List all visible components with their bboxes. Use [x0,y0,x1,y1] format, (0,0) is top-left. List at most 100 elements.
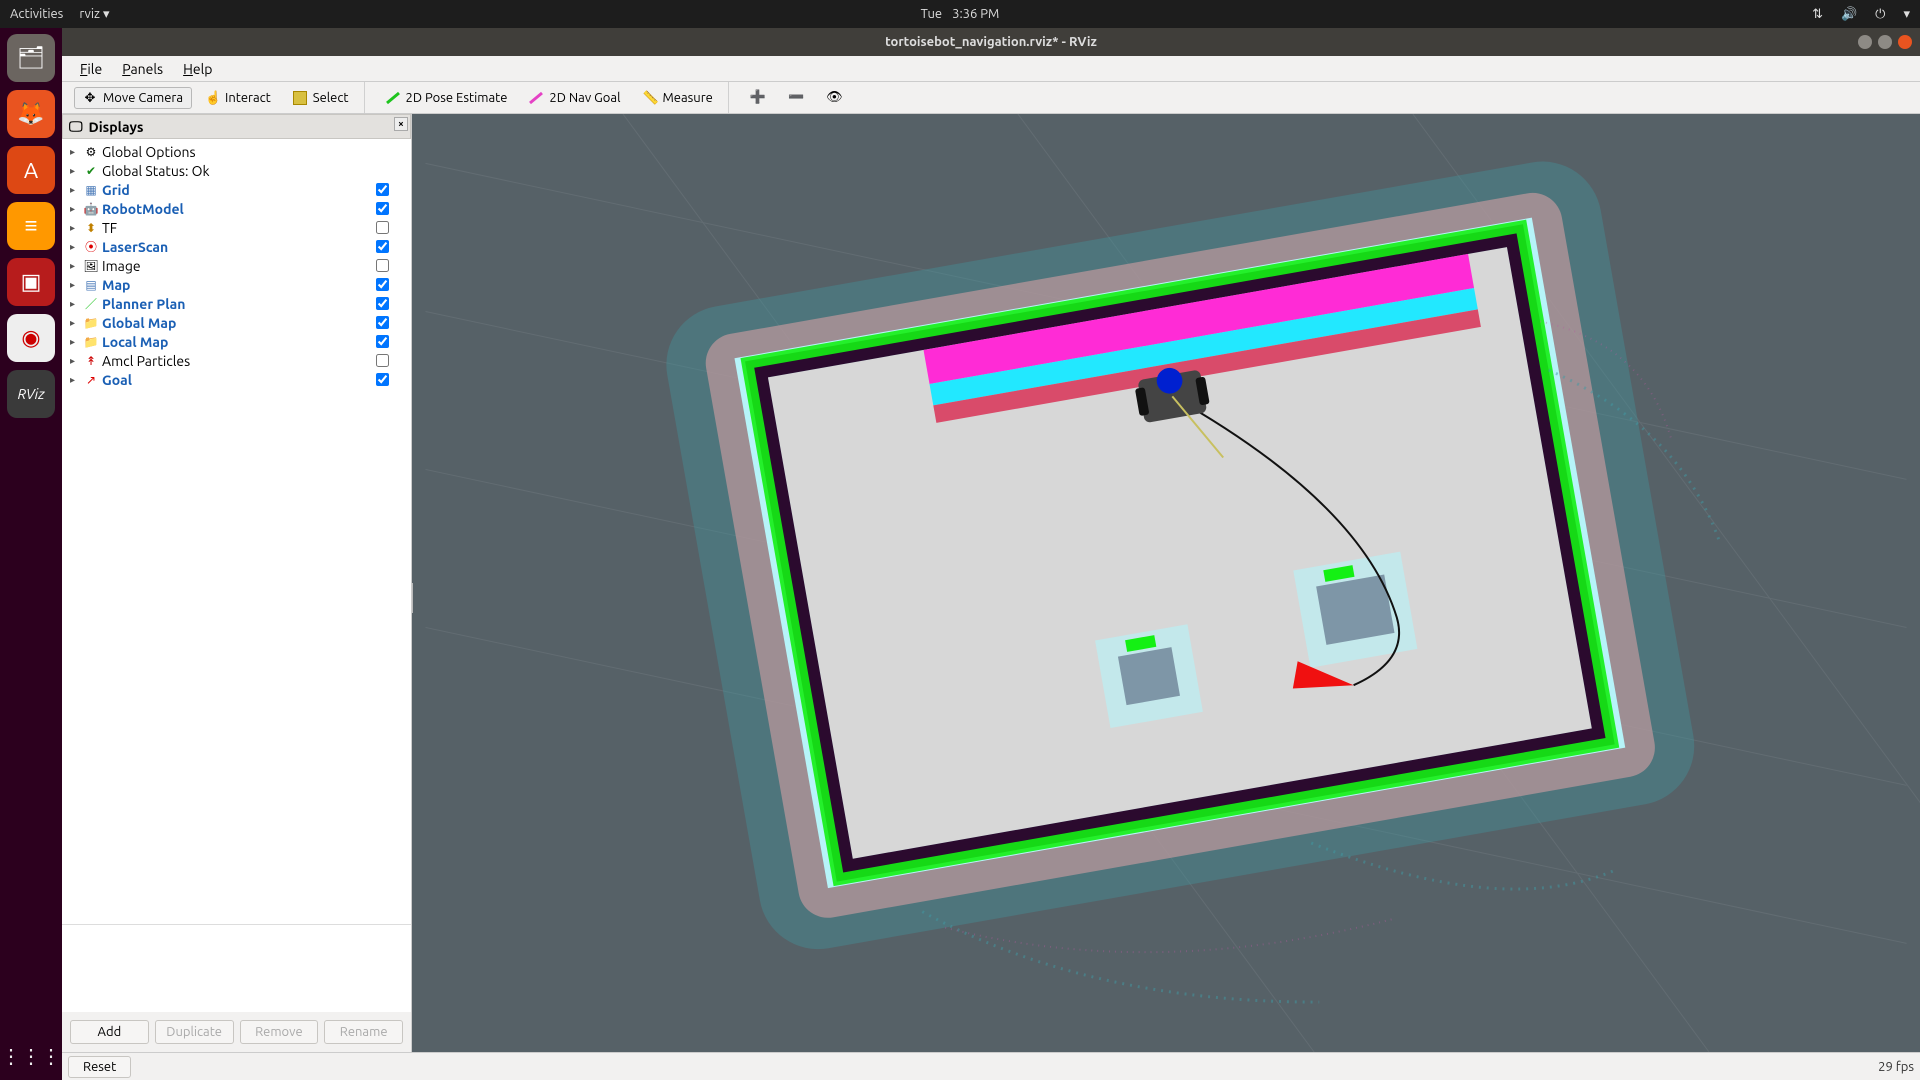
window-title: tortoisebot_navigation.rviz* - RViz [885,35,1097,49]
tool-select[interactable]: Select [284,87,358,109]
tree-item[interactable]: ▸ ↗ Goal [64,370,409,389]
menu-help[interactable]: Help [175,59,220,79]
tree-item-label: Amcl Particles [102,353,373,369]
reset-button[interactable]: Reset [68,1056,131,1078]
eye-icon: 👁 [826,90,843,105]
launcher-firefox-icon[interactable]: 🦊 [7,90,55,138]
tree-item-checkbox[interactable] [376,316,389,329]
displays-panel-header[interactable]: 🖵 Displays × [62,114,411,139]
tree-item-label: Goal [102,372,373,388]
panel-splitter[interactable]: ◀ [412,583,413,613]
menu-caret-icon[interactable]: ▾ [1903,7,1910,22]
add-button[interactable]: Add [70,1020,149,1044]
tree-item[interactable]: ▸ ⦿ LaserScan [64,237,409,256]
clock-time: 3:36 PM [952,7,999,21]
tree-item[interactable]: ▸ ▤ Map [64,275,409,294]
launcher-apps-grid-icon[interactable]: ⋮⋮⋮ [1,1044,61,1068]
tree-item-checkbox[interactable] [376,202,389,215]
tool-2d-nav-goal[interactable]: 2D Nav Goal [520,87,629,109]
launcher-files-icon[interactable]: 🗂 [7,34,55,82]
tree-expand-icon[interactable]: ▸ [70,241,80,253]
tree-item[interactable]: ▸ 🖼 Image [64,256,409,275]
tree-item-label: TF [102,220,373,236]
menu-panels[interactable]: Panels [114,59,171,79]
activities-button[interactable]: Activities [10,7,63,21]
tree-expand-icon[interactable]: ▸ [70,260,80,272]
tree-item-label: Global Map [102,315,373,331]
tree-expand-icon[interactable]: ▸ [70,317,80,329]
tree-expand-icon[interactable]: ▸ [70,222,80,234]
app-menu[interactable]: rviz ▾ [79,7,109,22]
panel-close-icon[interactable]: × [394,117,408,131]
minus-icon: ➖ [788,90,804,105]
tree-item-label: Map [102,277,373,293]
tree-item[interactable]: ▸ ▦ Grid [64,180,409,199]
tree-item-label: Planner Plan [102,296,373,312]
tree-item[interactable]: ▸ ／ Planner Plan [64,294,409,313]
tree-item-checkbox[interactable] [376,354,389,367]
volume-icon[interactable]: 🔊 [1841,7,1857,22]
tree-expand-icon[interactable]: ▸ [70,336,80,348]
goal-arrow-icon [529,91,543,105]
window-maximize-icon[interactable] [1878,35,1892,49]
tree-item-label: Image [102,258,373,274]
power-icon[interactable]: ⏻ [1875,7,1885,22]
tree-item-checkbox[interactable] [376,221,389,234]
tree-expand-icon[interactable]: ▸ [70,203,80,215]
tree-item-icon: ⬍ [83,221,99,235]
tree-item-checkbox[interactable] [376,240,389,253]
displays-tree[interactable]: ▸ ⚙ Global Options ▸ ✔ Global Status: Ok… [62,139,411,399]
tree-item-icon: ⚙ [83,145,99,159]
tree-item-icon: ⦿ [83,238,99,255]
tool-measure[interactable]: 📏Measure [633,87,721,109]
window-close-icon[interactable] [1898,35,1912,49]
tree-item[interactable]: ▸ 🤖 RobotModel [64,199,409,218]
tree-item[interactable]: ▸ ↟ Amcl Particles [64,351,409,370]
remove-button: Remove [240,1020,319,1044]
tree-expand-icon[interactable]: ▸ [70,298,80,310]
tree-item-checkbox[interactable] [376,259,389,272]
menu-file[interactable]: File [72,59,110,79]
tool-shrink[interactable]: ➖ [779,86,813,109]
tree-item-icon: ▤ [83,278,99,292]
launcher-software-icon[interactable]: A [7,146,55,194]
tree-item[interactable]: ▸ ⬍ TF [64,218,409,237]
tree-expand-icon[interactable]: ▸ [70,165,80,177]
tree-item-checkbox[interactable] [376,297,389,310]
tree-expand-icon[interactable]: ▸ [70,355,80,367]
tool-move-camera[interactable]: ✥Move Camera [74,87,192,109]
tree-expand-icon[interactable]: ▸ [70,374,80,386]
window-titlebar[interactable]: tortoisebot_navigation.rviz* - RViz [62,28,1920,56]
tree-expand-icon[interactable]: ▸ [70,279,80,291]
tree-item-checkbox[interactable] [376,335,389,348]
network-icon[interactable]: ⇅ [1812,7,1823,22]
launcher-screenshot-icon[interactable]: ▣ [7,258,55,306]
tree-item-label: Grid [102,182,373,198]
move-camera-icon: ✥ [83,91,97,105]
tool-view[interactable]: 👁 [817,86,852,109]
rviz-3d-viewport[interactable]: ◀ [412,114,1920,1052]
tree-item-label: Global Status: Ok [102,163,372,179]
window-minimize-icon[interactable] [1858,35,1872,49]
tree-item[interactable]: ▸ 📁 Global Map [64,313,409,332]
tree-item-checkbox[interactable] [376,183,389,196]
tool-focus[interactable]: ➕ [741,86,775,109]
status-bar: Reset 29 fps [62,1052,1920,1080]
clock-day: Tue [921,7,942,21]
launcher-sublime-icon[interactable]: ≡ [7,202,55,250]
tree-expand-icon[interactable]: ▸ [70,146,80,158]
tree-item[interactable]: ▸ ✔ Global Status: Ok [64,161,409,180]
displays-panel-title: Displays [89,119,144,135]
tree-item-checkbox[interactable] [376,373,389,386]
rviz-window: tortoisebot_navigation.rviz* - RViz File… [62,0,1920,1080]
launcher-rviz-icon[interactable]: RViz [7,370,55,418]
tool-interact[interactable]: ☝Interact [196,87,280,109]
tree-expand-icon[interactable]: ▸ [70,184,80,196]
tree-item-checkbox[interactable] [376,278,389,291]
tool-2d-pose-estimate[interactable]: 2D Pose Estimate [377,87,517,109]
plus-icon: ➕ [750,90,766,105]
monitor-icon: 🖵 [69,118,83,135]
tree-item[interactable]: ▸ ⚙ Global Options [64,142,409,161]
launcher-app-icon[interactable]: ◉ [7,314,55,362]
tree-item[interactable]: ▸ 📁 Local Map [64,332,409,351]
